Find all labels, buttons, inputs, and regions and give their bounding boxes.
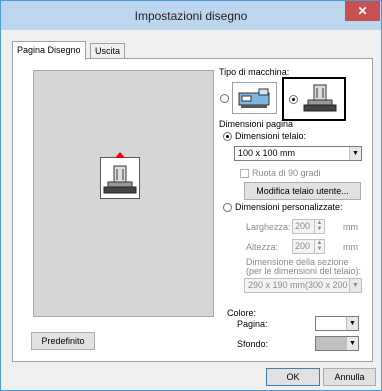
frame-size-radio[interactable] (223, 132, 232, 141)
spinner-arrows-icon[interactable]: ▲ ▼ (314, 240, 324, 253)
width-spinner[interactable]: 200 ▲ ▼ (292, 219, 325, 234)
ok-button[interactable]: OK (266, 368, 320, 386)
section-size-select[interactable]: 290 x 190 mm(300 x 200 m ▼ (244, 278, 362, 293)
rotate-label: Ruota di 90 gradi (252, 168, 321, 178)
close-button[interactable]: ✕ (345, 1, 380, 21)
default-button[interactable]: Predefinito (31, 332, 95, 350)
embroidery-machine-icon[interactable] (282, 77, 346, 121)
height-unit: mm (343, 242, 358, 252)
chevron-down-icon: ▼ (349, 279, 361, 292)
height-value: 200 (295, 241, 311, 251)
tab-panel: Tipo di macchina: Dimensioni pagina Dime… (12, 58, 373, 362)
page-dimensions-label: Dimensioni pagina (219, 119, 294, 129)
width-unit: mm (343, 222, 358, 232)
height-label: Altezza: (246, 242, 279, 252)
background-color-label: Sfondo: (237, 339, 269, 349)
page-preview (33, 70, 214, 317)
chevron-down-icon: ▼ (346, 337, 358, 350)
machine-type-label: Tipo di macchina: (219, 67, 290, 77)
custom-size-radio[interactable] (223, 203, 232, 212)
tab-pagina-disegno[interactable]: Pagina Disegno (12, 41, 86, 60)
chevron-down-icon: ▼ (346, 317, 358, 330)
spinner-arrows-icon[interactable]: ▲ ▼ (314, 220, 324, 233)
machine-option-1-radio[interactable] (220, 94, 229, 103)
frame-size-label: Dimensioni telaio: (235, 131, 307, 141)
page-color-select[interactable]: ▼ (315, 316, 359, 331)
section-size-value: 290 x 190 mm(300 x 200 m (248, 280, 358, 290)
color-label: Colore: (227, 308, 257, 318)
red-marker-icon (115, 152, 125, 158)
chevron-down-icon: ▼ (349, 147, 361, 160)
sewing-machine-icon[interactable] (232, 82, 277, 114)
dialog-window: Impostazioni disegno ✕ Pagina Disegno Us… (0, 0, 382, 391)
width-value: 200 (295, 221, 311, 231)
section-size-sublabel: (per le dimensioni del telaio): (246, 266, 362, 276)
cancel-button[interactable]: Annulla (323, 368, 376, 386)
edit-user-frame-button[interactable]: Modifica telaio utente... (244, 182, 361, 200)
page-color-label: Pagina: (237, 319, 268, 329)
rotate-checkbox[interactable] (240, 169, 249, 178)
background-color-select[interactable]: ▼ (315, 336, 359, 351)
title-bar[interactable]: Impostazioni disegno ✕ (1, 1, 381, 30)
custom-size-label: Dimensioni personalizzate: (235, 202, 343, 212)
tab-uscita[interactable]: Uscita (90, 43, 126, 59)
height-spinner[interactable]: 200 ▲ ▼ (292, 239, 325, 254)
dialog-title: Impostazioni disegno (134, 9, 248, 23)
frame-size-select[interactable]: 100 x 100 mm ▼ (234, 146, 362, 161)
hoop-preview-icon (100, 152, 140, 199)
frame-size-value: 100 x 100 mm (238, 148, 296, 158)
width-label: Larghezza: (246, 222, 291, 232)
